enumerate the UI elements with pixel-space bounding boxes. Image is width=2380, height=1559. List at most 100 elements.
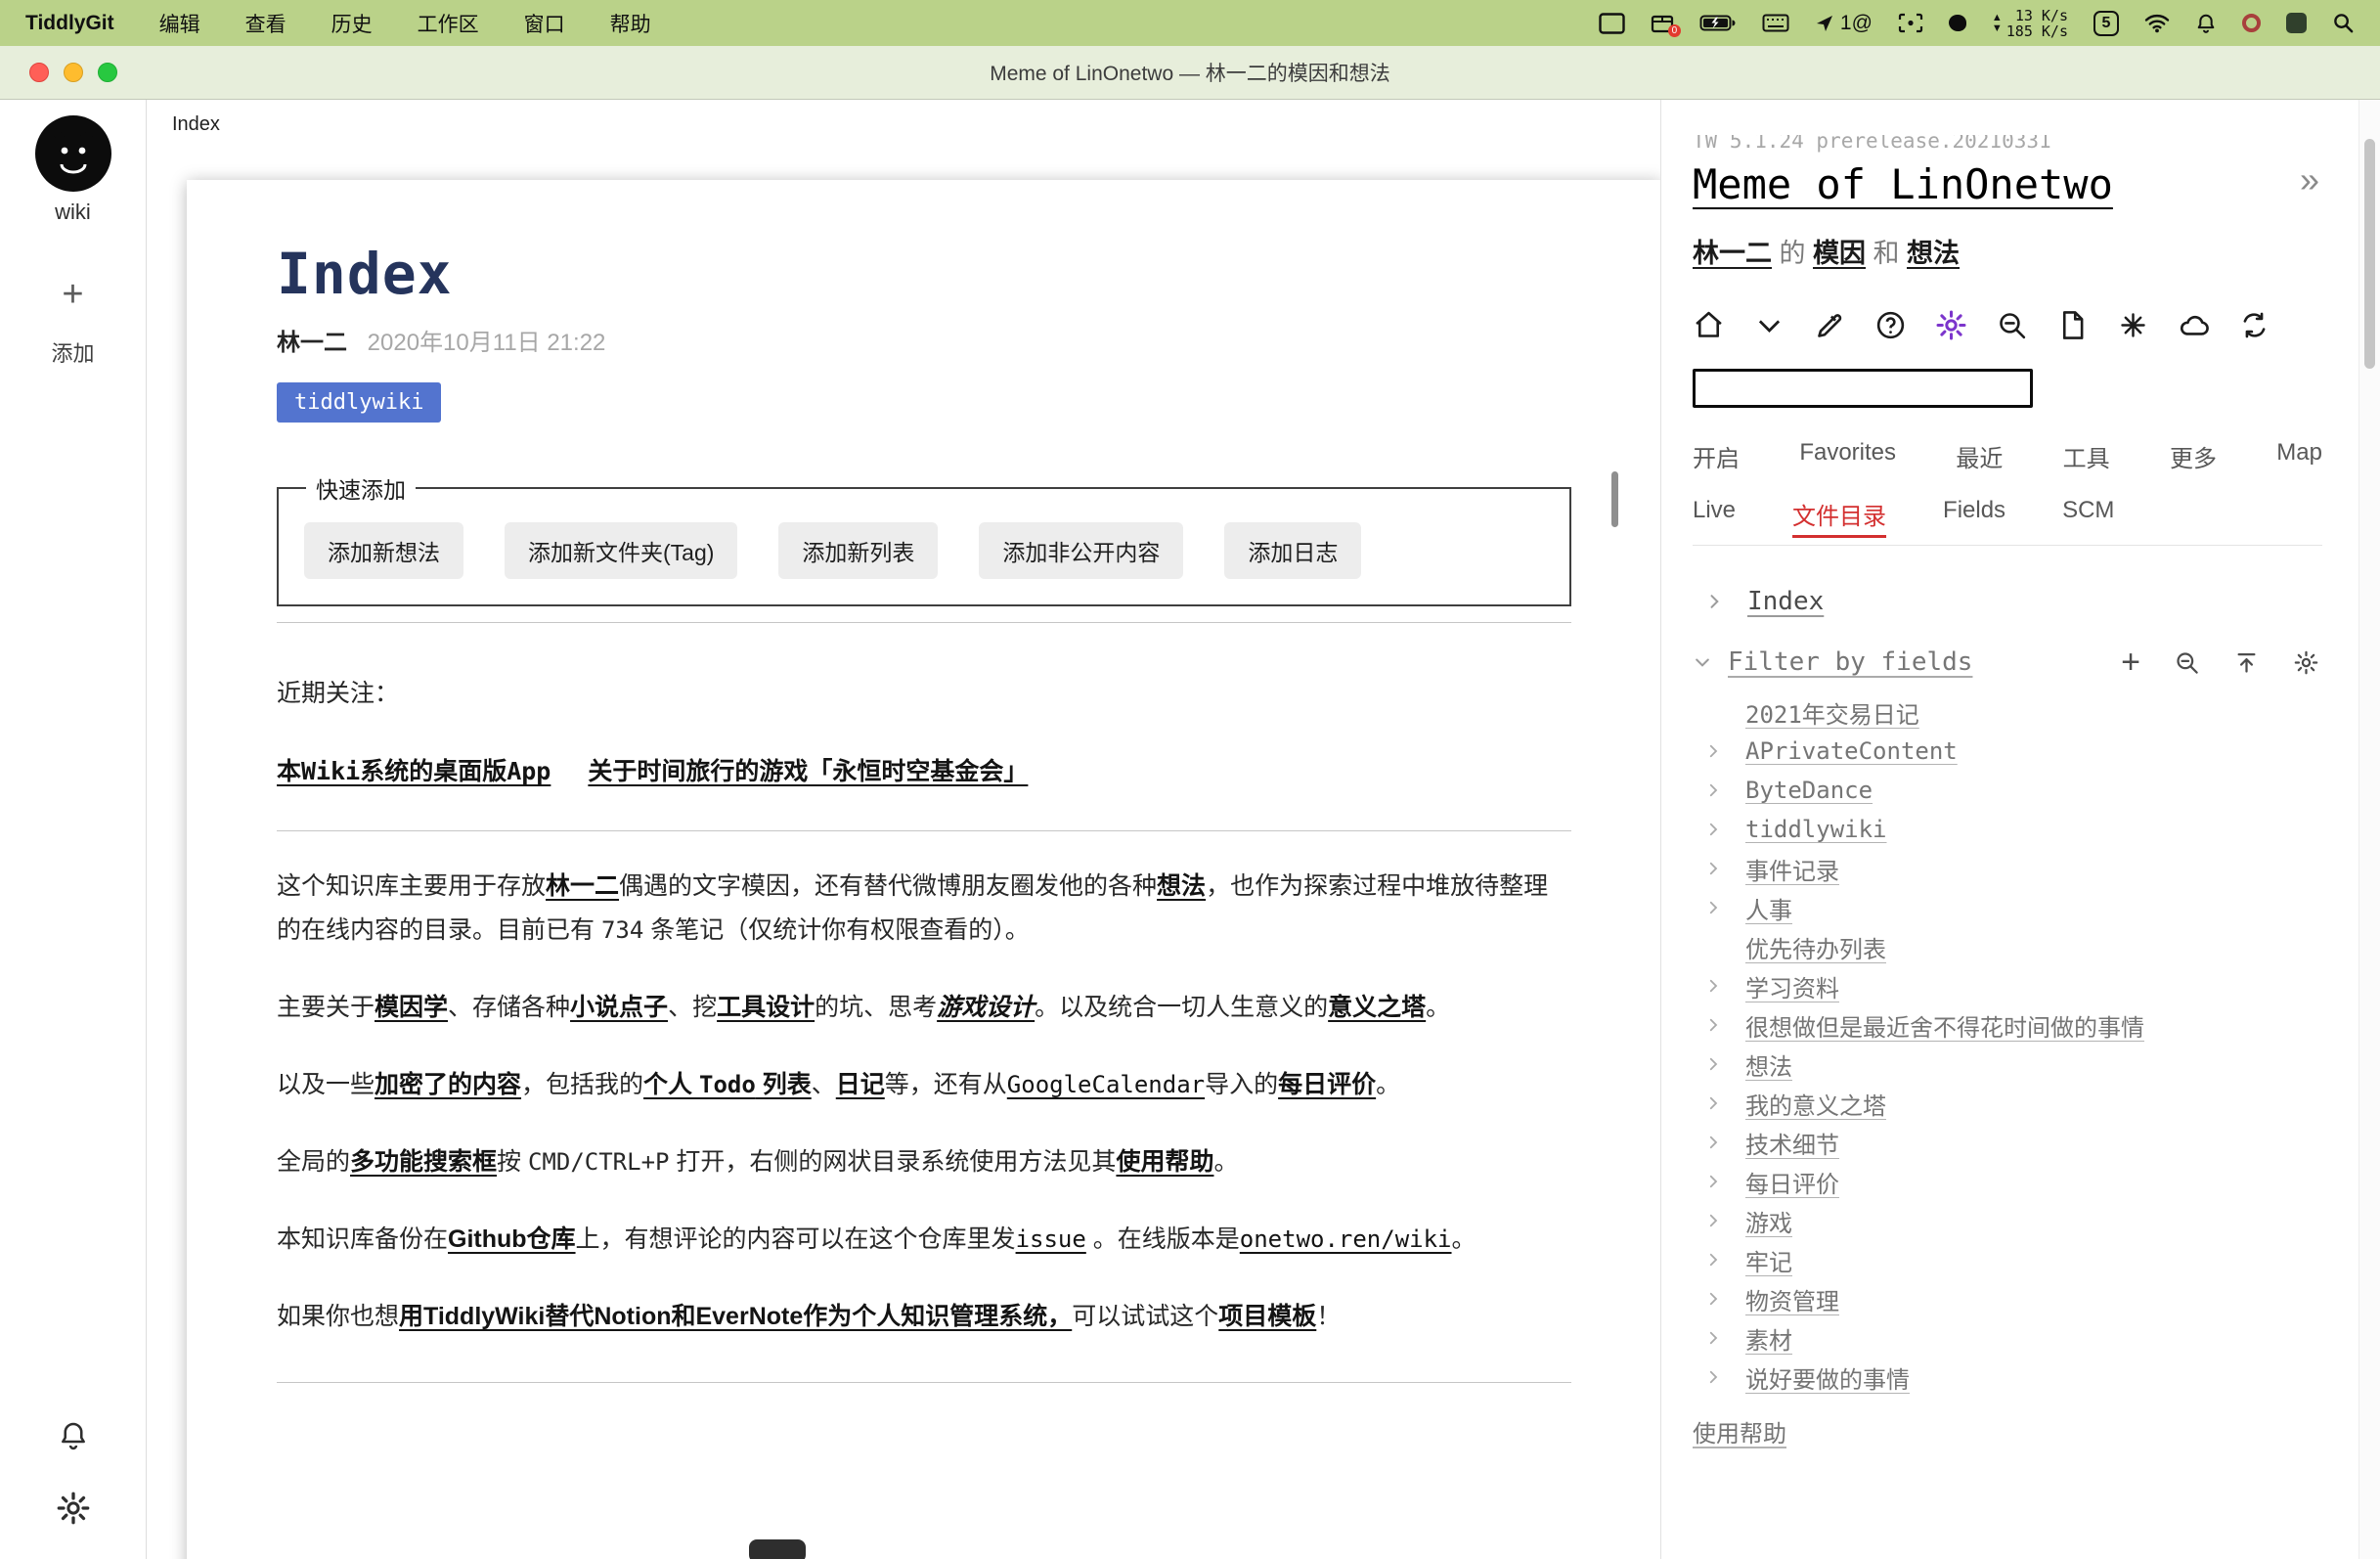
chevron-right-icon[interactable] (1704, 1368, 1722, 1386)
battery-icon[interactable] (1699, 14, 1737, 32)
index-tiddler-link[interactable]: Index (1747, 587, 1824, 616)
window-scrollbar-track[interactable] (2358, 100, 2380, 1559)
recent-link[interactable]: 本Wiki系统的桌面版App (277, 752, 551, 787)
quick-add-button[interactable]: 添加新列表 (778, 522, 938, 579)
inline-link[interactable]: 个人 (643, 1071, 699, 1098)
inline-link[interactable]: 用TiddlyWiki替代Notion和EverNote作为个人知识管理系统， (399, 1303, 1072, 1330)
tiddler-list-icon[interactable] (2056, 309, 2089, 341)
chevron-right-icon[interactable] (1704, 1016, 1722, 1034)
package-icon[interactable]: 0 (1651, 13, 1674, 33)
tree-item[interactable]: 我的意义之塔 (1693, 1084, 2319, 1123)
quick-add-button[interactable]: 添加新想法 (304, 522, 463, 579)
card-scrollbar-thumb[interactable] (1611, 471, 1618, 527)
chevron-right-icon[interactable] (1704, 1251, 1722, 1269)
inline-link[interactable]: 多功能搜索框 (350, 1148, 497, 1176)
scroll-to-top-icon[interactable] (2233, 649, 2260, 676)
tree-item-label[interactable]: 我的意义之塔 (1745, 1087, 1886, 1121)
tag-pill[interactable]: tiddlywiki (277, 382, 441, 423)
sidebar-subtab[interactable]: Live (1693, 497, 1736, 531)
tree-settings-gear-icon[interactable] (2293, 649, 2319, 676)
chevron-right-icon[interactable] (1704, 1134, 1722, 1151)
add-workspace-icon[interactable]: + (62, 276, 83, 313)
quick-add-button[interactable]: 添加日志 (1224, 522, 1361, 579)
theme-starburst-icon[interactable] (2117, 309, 2149, 341)
chevron-right-icon[interactable] (1704, 977, 1722, 995)
tree-item[interactable]: 物资管理 (1693, 1279, 2319, 1318)
tree-item-label[interactable]: APrivateContent (1745, 737, 1958, 765)
tree-item-label[interactable]: 物资管理 (1745, 1282, 1839, 1316)
inline-link[interactable]: GoogleCalendar (1007, 1071, 1205, 1098)
chevron-right-icon[interactable] (1704, 1055, 1722, 1073)
tree-item[interactable]: ByteDance (1693, 771, 2319, 810)
inline-link[interactable]: 使用帮助 (1116, 1148, 1213, 1176)
timer-icon[interactable]: 5 (2094, 11, 2119, 36)
open-tiddler-breadcrumb[interactable]: Index (172, 113, 220, 136)
settings-gear-icon[interactable] (1935, 309, 1967, 341)
inline-link[interactable]: issue (1016, 1225, 1086, 1253)
cloud-sync-icon[interactable] (2178, 309, 2210, 341)
inline-link[interactable]: 林一二 (546, 872, 619, 900)
inline-link[interactable]: 加密了的内容 (375, 1071, 521, 1098)
sidebar-search-input[interactable] (1693, 369, 2033, 408)
menu-item[interactable]: 工作区 (418, 9, 479, 38)
inline-link[interactable]: 每日评价 (1278, 1071, 1376, 1098)
chevron-right-icon[interactable] (1704, 821, 1722, 838)
help-link[interactable]: 使用帮助 (1693, 1414, 1786, 1448)
tree-item[interactable]: 人事 (1693, 888, 2319, 927)
tree-item-label[interactable]: 说好要做的事情 (1745, 1360, 1910, 1395)
notification-bell-icon[interactable] (2195, 13, 2217, 34)
zoom-window-button[interactable] (98, 63, 117, 82)
add-workspace-label[interactable]: 添加 (51, 336, 94, 368)
inline-link[interactable]: 林一二 (1693, 239, 1772, 268)
tree-item[interactable]: tiddlywiki (1693, 810, 2319, 849)
site-title-link[interactable]: Meme of LinOnetwo (1693, 160, 2113, 208)
tree-item[interactable]: 事件记录 (1693, 849, 2319, 888)
inline-link[interactable]: 游戏设计 (937, 994, 1035, 1021)
wifi-icon[interactable] (2144, 13, 2170, 33)
tree-item[interactable]: 学习资料 (1693, 966, 2319, 1005)
tree-item[interactable]: 牢记 (1693, 1240, 2319, 1279)
tree-item-label[interactable]: 牢记 (1745, 1243, 1792, 1277)
tree-item[interactable]: 优先待办列表 (1693, 927, 2319, 966)
chevron-down-icon[interactable] (1693, 652, 1712, 672)
menu-item[interactable]: 帮助 (610, 9, 651, 38)
tree-item[interactable]: 素材 (1693, 1318, 2319, 1358)
blob-icon[interactable] (1949, 15, 1966, 31)
tree-item-label[interactable]: 人事 (1745, 891, 1792, 925)
menu-item[interactable]: 窗口 (524, 9, 565, 38)
sidebar-tab[interactable]: Map (2276, 439, 2322, 473)
inline-link[interactable]: 想法 (1157, 872, 1206, 900)
minimize-window-button[interactable] (64, 63, 83, 82)
chevron-right-icon[interactable] (1704, 1290, 1722, 1308)
chevron-right-icon[interactable] (1704, 1329, 1722, 1347)
new-tiddler-icon[interactable] (1814, 309, 1846, 341)
inline-link[interactable]: 列表 (756, 1071, 812, 1098)
inline-link[interactable]: 日记 (836, 1071, 885, 1098)
window-scrollbar-thumb[interactable] (2364, 139, 2375, 369)
inline-link[interactable]: Github仓库 (448, 1225, 576, 1253)
sidebar-tab[interactable]: 开启 (1693, 439, 1740, 473)
git-sync-icon[interactable] (2238, 309, 2270, 341)
app-menu-title[interactable]: TiddlyGit (25, 12, 114, 35)
workspace-name[interactable]: wiki (55, 200, 91, 225)
recording-badge-icon[interactable] (2242, 14, 2261, 32)
keyboard-icon[interactable] (1762, 14, 1789, 32)
sidebar-tab[interactable]: Favorites (1799, 439, 1896, 473)
tree-item-label[interactable]: 想法 (1745, 1047, 1792, 1082)
tree-item-label[interactable]: 事件记录 (1745, 852, 1839, 886)
location-icon[interactable]: 1@ (1815, 12, 1873, 35)
notifications-bell-icon[interactable] (58, 1420, 89, 1451)
chevron-right-icon[interactable] (1704, 781, 1722, 799)
add-filter-icon[interactable]: + (2121, 646, 2140, 679)
tree-item-label[interactable]: 很想做但是最近舍不得花时间做的事情 (1745, 1008, 2144, 1043)
sidebar-subtab[interactable]: SCM (2062, 497, 2114, 531)
tree-item-label[interactable]: 素材 (1745, 1321, 1792, 1356)
inline-link[interactable]: 项目模板 (1218, 1303, 1316, 1330)
spotlight-search-icon[interactable] (2332, 12, 2355, 34)
chat-app-icon[interactable] (2286, 13, 2307, 33)
workspace-avatar[interactable] (35, 115, 111, 192)
network-speed-indicator[interactable]: ▲ ▼ 13 K/s 185 K/s (1992, 8, 2068, 39)
inline-link[interactable]: onetwo.ren/wiki (1240, 1225, 1452, 1253)
tree-item-label[interactable]: 优先待办列表 (1745, 930, 1886, 964)
tree-item-label[interactable]: 技术细节 (1745, 1126, 1839, 1160)
